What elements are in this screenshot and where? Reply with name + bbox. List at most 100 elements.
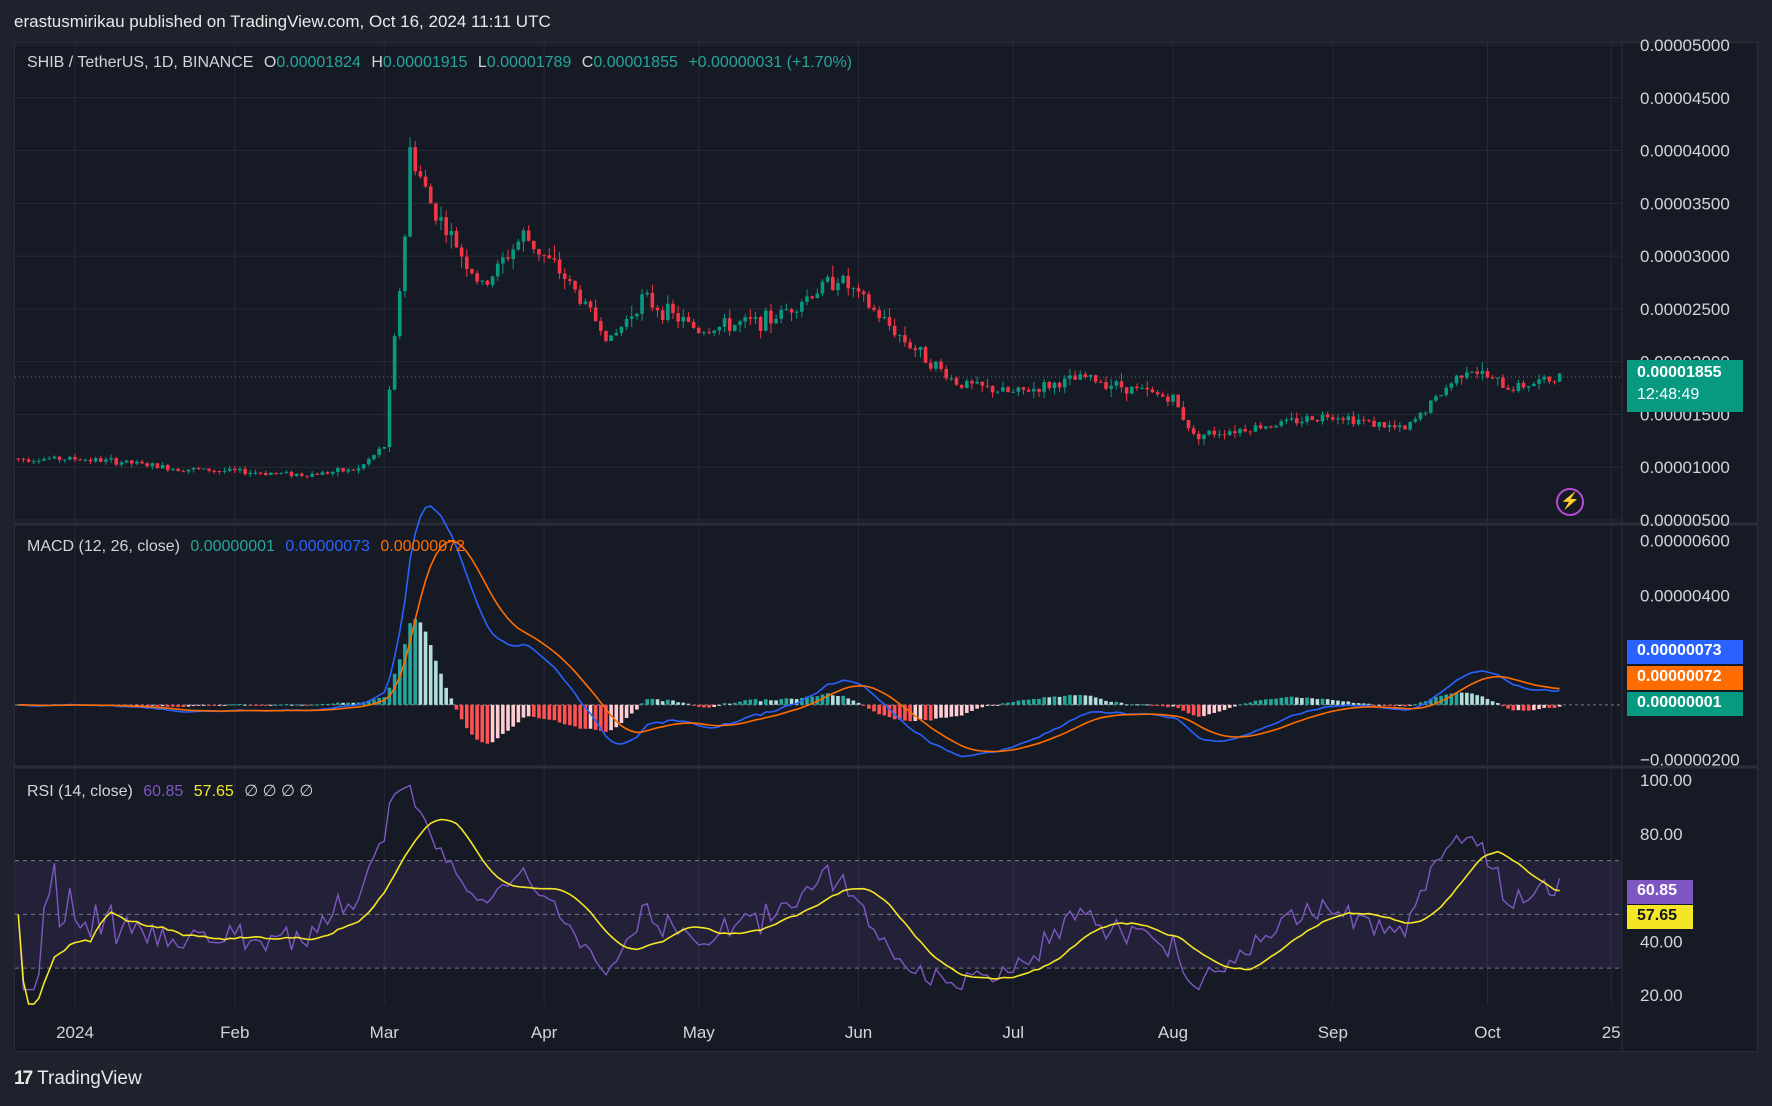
macd-histogram-bar	[748, 699, 753, 705]
macd-histogram-bar	[1227, 704, 1232, 708]
candle-body	[73, 456, 77, 460]
candle-body	[1114, 381, 1119, 386]
macd-histogram-bar	[263, 704, 268, 706]
rsi-value: 60.85	[143, 783, 184, 800]
candle-body	[372, 454, 376, 460]
macd-histogram-bar	[1532, 704, 1536, 711]
candle-body	[1248, 431, 1253, 433]
macd-histogram-bar	[954, 704, 959, 717]
symbol-label[interactable]: SHIB / TetherUS, 1D, BINANCE	[27, 54, 253, 71]
candle-body	[1264, 426, 1268, 429]
macd-histogram-bar	[1413, 704, 1418, 706]
tradingview-logo[interactable]: 17 TradingView	[14, 1068, 142, 1090]
candle-body	[758, 317, 763, 331]
macd-histogram-bar	[511, 704, 515, 727]
candle-body	[841, 275, 845, 284]
macd-tick-label: 0.00000600	[1640, 532, 1730, 551]
candle-body	[1062, 378, 1067, 388]
macd-line-tag: 0.00000073	[1627, 640, 1743, 664]
candle-body	[464, 256, 469, 270]
candle-body	[552, 258, 557, 260]
macd-histogram-bar	[681, 702, 686, 705]
macd-histogram-bar	[212, 704, 216, 706]
macd-histogram-bar	[1361, 703, 1366, 705]
candle-body	[289, 471, 294, 477]
candle-body	[62, 459, 67, 461]
x-tick-label: Apr	[531, 1023, 558, 1042]
macd-histogram-bar	[439, 673, 443, 705]
rsi-ma-value: 57.65	[193, 783, 234, 800]
macd-histogram-bar	[397, 659, 402, 705]
candle-body	[568, 279, 572, 281]
macd-histogram-bar	[1083, 695, 1088, 705]
candle-body	[1233, 431, 1237, 434]
macd-histogram-bar	[1191, 704, 1196, 716]
macd-histogram-bar	[1145, 704, 1150, 706]
candle-body	[490, 276, 495, 285]
x-tick-label: Jun	[845, 1023, 872, 1042]
candle-body	[1166, 396, 1170, 402]
candle-body	[557, 259, 562, 274]
macd-histogram-bar	[1037, 698, 1041, 705]
macd-histogram-bar	[289, 704, 294, 706]
candle-body	[155, 463, 160, 469]
candle-body	[1026, 389, 1031, 392]
macd-histogram-bar	[965, 704, 969, 713]
candle-body	[511, 249, 515, 260]
candle-body	[1413, 419, 1418, 422]
macd-tick-label: −0.00000200	[1640, 751, 1740, 770]
low-label: L	[477, 54, 487, 71]
macd-histogram-bar	[480, 704, 485, 743]
candle-body	[769, 310, 773, 324]
candle-body	[1367, 420, 1371, 422]
macd-histogram-bar	[1176, 704, 1180, 708]
macd-histogram-bar	[1336, 700, 1340, 705]
candle-body	[1269, 426, 1273, 428]
macd-histogram-bar	[1480, 696, 1485, 705]
current-price-value: 0.00001855	[1637, 364, 1722, 381]
candle-body	[1372, 420, 1376, 427]
macd-histogram-bar	[428, 645, 433, 705]
candle-body	[165, 465, 170, 471]
candle-body	[1207, 430, 1211, 435]
candle-body	[712, 330, 717, 334]
candle-body	[1387, 425, 1392, 428]
macd-histogram-bar	[573, 704, 577, 727]
macd-histogram-bar	[1248, 702, 1253, 705]
tradingview-brand: TradingView	[37, 1068, 142, 1089]
candle-body	[1253, 425, 1258, 432]
macd-histogram-bar	[444, 687, 448, 705]
macd-histogram-bar	[207, 704, 211, 706]
macd-histogram-bar	[784, 698, 789, 705]
rsi-title[interactable]: RSI (14, close)	[27, 783, 133, 800]
candle-body	[954, 378, 959, 385]
macd-histogram-bar	[1186, 704, 1191, 714]
candle-body	[1238, 428, 1242, 434]
candle-body	[37, 460, 41, 462]
macd-histogram-bar	[712, 704, 717, 707]
price-tick-label: 0.00003000	[1640, 247, 1730, 266]
macd-histogram-bar	[300, 704, 304, 706]
macd-title[interactable]: MACD (12, 26, close)	[27, 538, 180, 555]
candle-body	[1542, 376, 1546, 380]
candle-body	[1202, 434, 1206, 440]
macd-histogram-bar	[975, 704, 979, 709]
macd-histogram-bar	[928, 704, 933, 721]
macd-histogram-bar	[315, 704, 320, 706]
macd-histogram-bar	[191, 704, 196, 706]
candle-body	[1227, 431, 1232, 436]
macd-histogram-bar	[1367, 703, 1371, 705]
candle-body	[727, 318, 732, 331]
macd-histogram-bar	[181, 704, 186, 708]
candle-body	[733, 324, 737, 331]
macd-histogram-bar	[475, 704, 479, 740]
lightning-icon[interactable]: ⚡	[1556, 488, 1584, 516]
macd-histogram-bar	[202, 704, 206, 706]
x-tick-label: Oct	[1474, 1023, 1501, 1042]
macd-histogram-bar	[1465, 692, 1469, 705]
macd-histogram-bar	[418, 622, 423, 705]
candle-body	[681, 316, 686, 322]
macd-histogram-bar	[660, 701, 665, 705]
candle-body	[310, 473, 314, 477]
change-value: +0.00000031 (+1.70%)	[688, 54, 853, 71]
